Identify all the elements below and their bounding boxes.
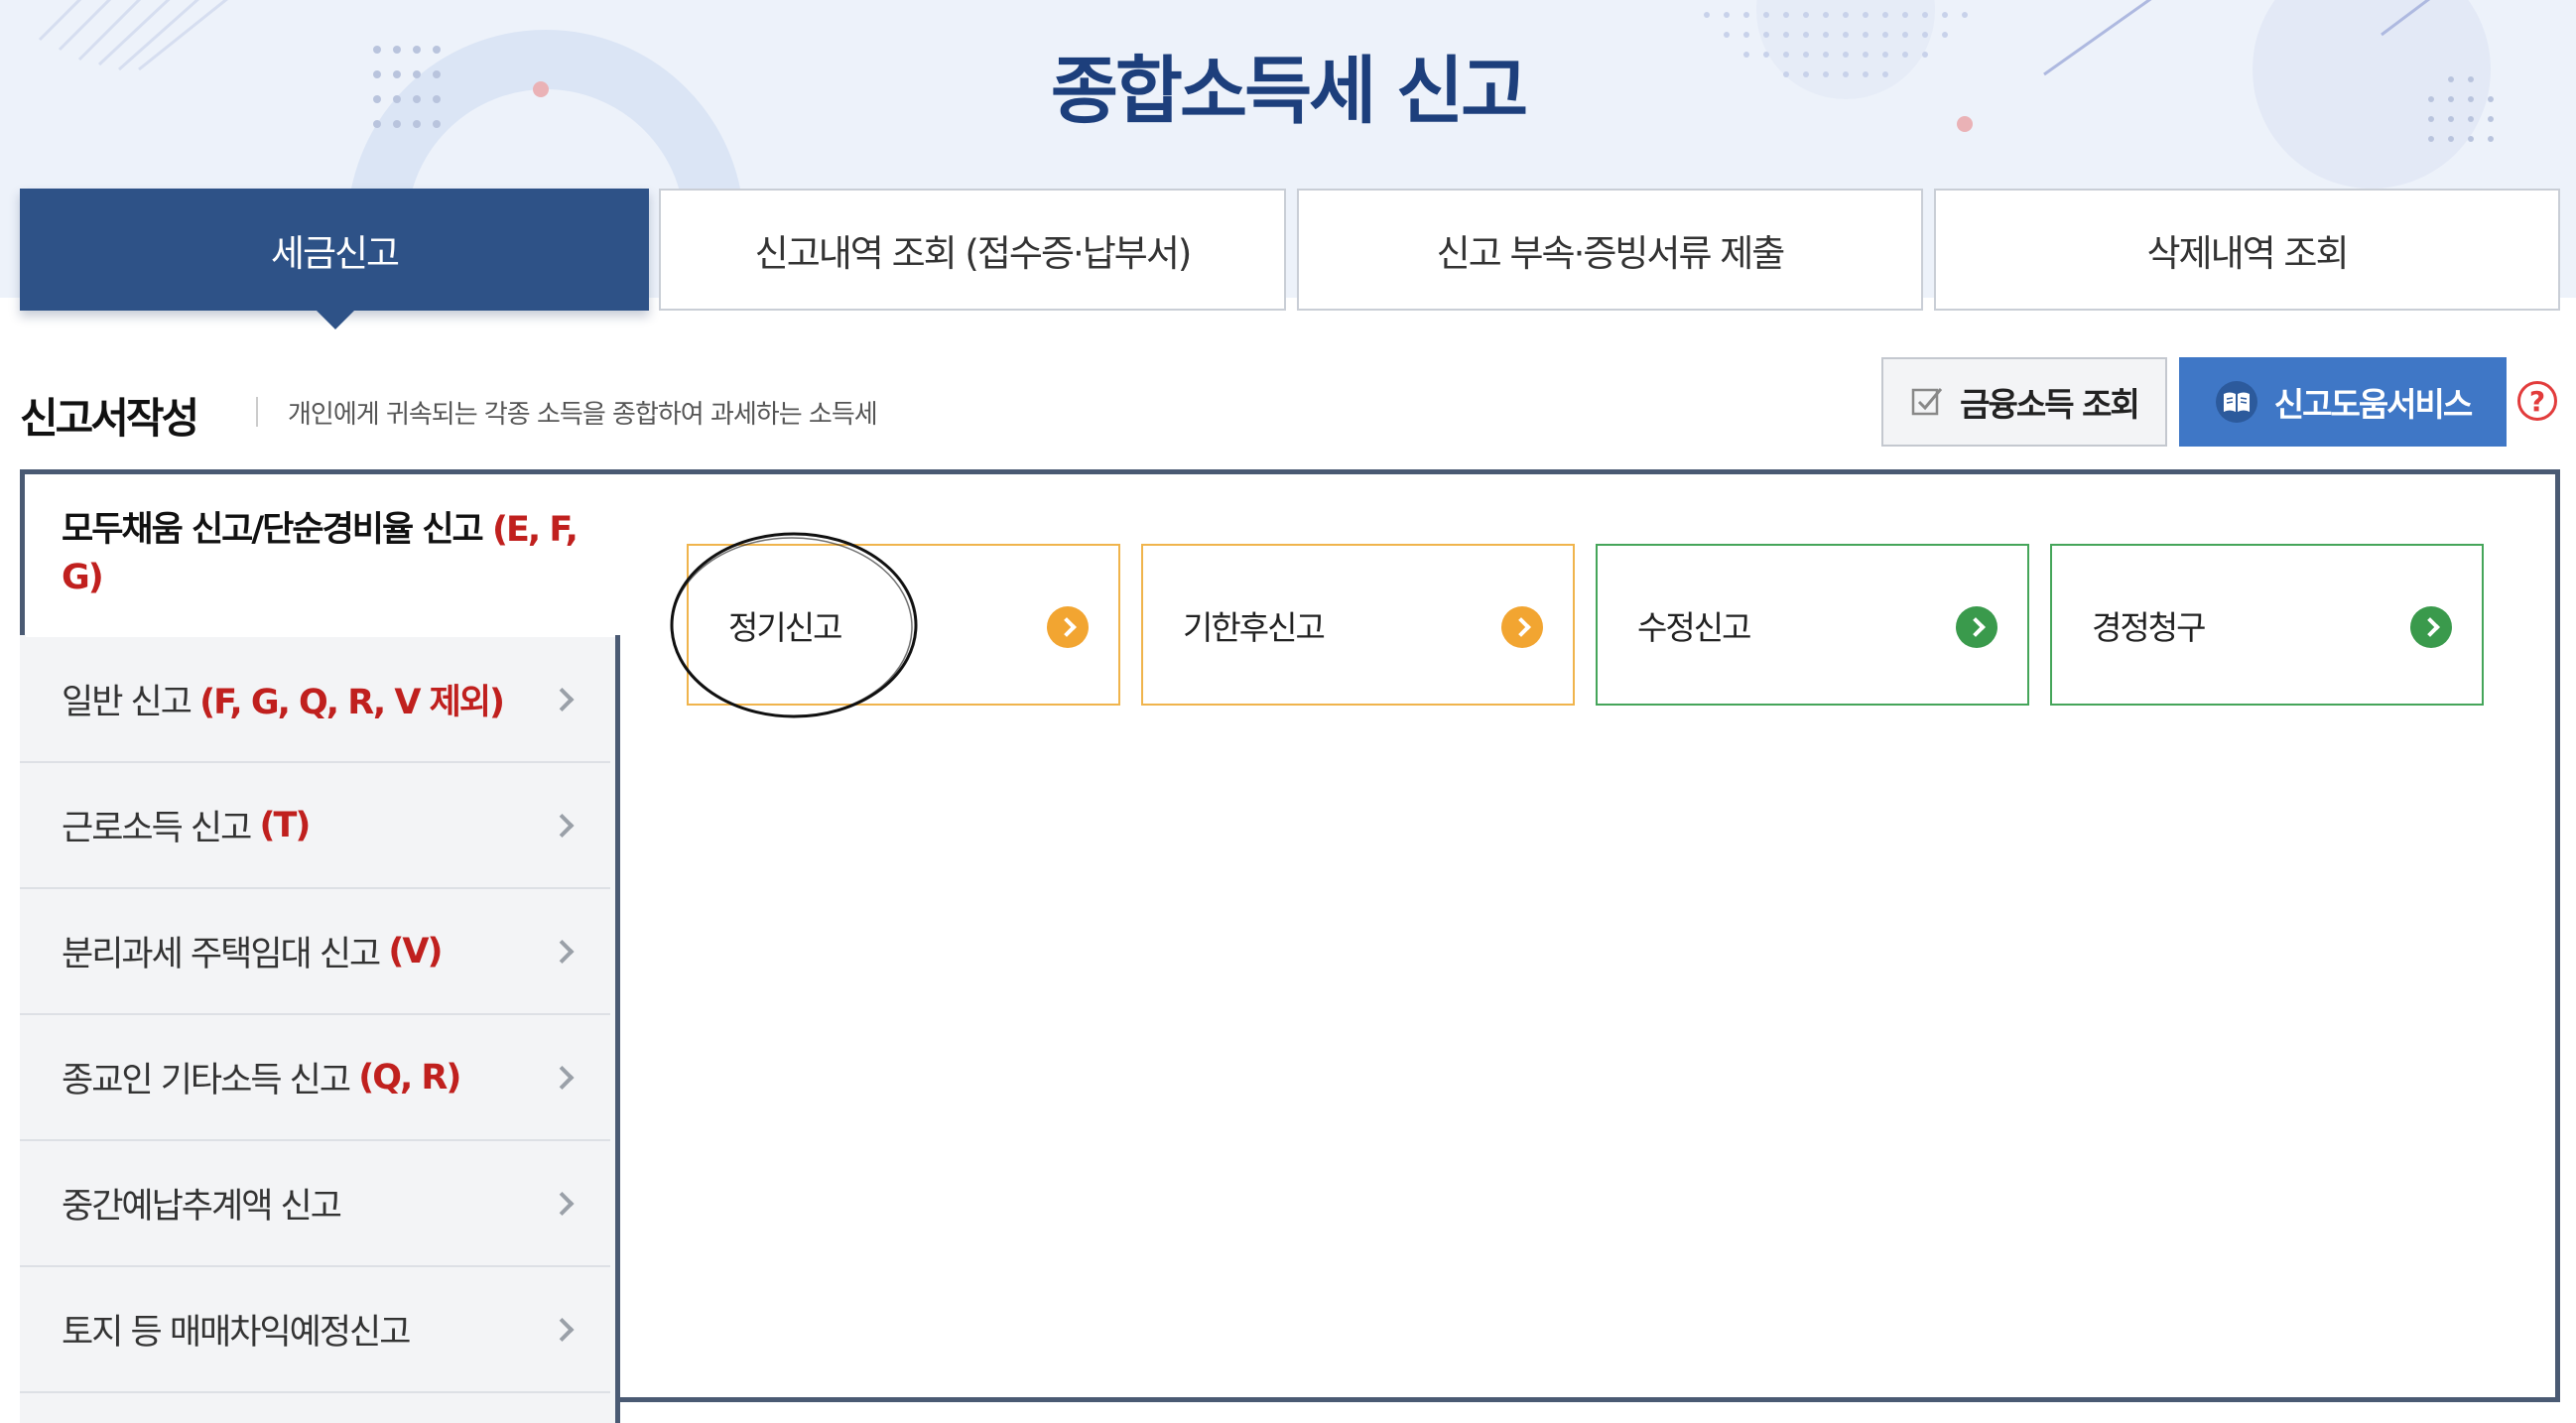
sidebar-item-code: (V) (388, 931, 443, 971)
book-icon (2215, 381, 2257, 423)
sidebar-item-general-report[interactable]: 일반 신고 (F, G, Q, R, V 제외) (20, 637, 610, 763)
chevron-right-icon (550, 687, 575, 712)
chevron-right-icon (550, 1191, 575, 1216)
chevron-right-icon (550, 813, 575, 838)
tab-submit-documents[interactable]: 신고 부속·증빙서류 제출 (1297, 189, 1923, 311)
arrow-right-circle-icon (1501, 606, 1543, 648)
sidebar-item-religious-income-report[interactable]: 종교인 기타소득 신고 (Q, R) (20, 1015, 610, 1141)
late-report-card[interactable]: 기한후신고 (1141, 544, 1575, 706)
help-question-icon[interactable]: ? (2517, 381, 2557, 421)
sidebar-item-label: 분리과세 주택임대 신고 (62, 935, 381, 974)
chevron-right-icon (550, 1065, 575, 1090)
finance-income-lookup-button[interactable]: 금융소득 조회 (1881, 357, 2167, 447)
sidebar-item-label: 토지 등 매매차익예정신고 (62, 1313, 411, 1353)
sidebar-item-label: 근로소득 신고 (62, 809, 252, 848)
checkbox-icon (1911, 388, 1943, 416)
sidebar-item-prefilled-report[interactable]: 모두채움 신고/단순경비율 신고 (E, F, G) (26, 474, 615, 637)
finance-income-lookup-label: 금융소득 조회 (1960, 385, 2140, 424)
section-title: 신고서작성 (20, 394, 199, 443)
arrow-right-circle-icon (2410, 606, 2452, 648)
card-label: 경정청구 (2092, 607, 2206, 647)
card-label: 기한후신고 (1183, 607, 1326, 647)
tab-tax-report[interactable]: 세금신고 (20, 189, 649, 311)
sidebar-item-land-gain-report[interactable]: 토지 등 매매차익예정신고 (20, 1267, 610, 1393)
sidebar-item-label: 모두채움 신고/단순경비율 신고 (62, 510, 484, 550)
sidebar-item-housing-rental-report[interactable]: 분리과세 주택임대 신고 (V) (20, 889, 610, 1015)
amended-report-card[interactable]: 수정신고 (1596, 544, 2029, 706)
sidebar-item-code: (F, G, Q, R, V 제외) (199, 683, 505, 722)
arrow-right-circle-icon (1047, 606, 1089, 648)
tab-deleted-history[interactable]: 삭제내역 조회 (1934, 189, 2560, 311)
card-label: 수정신고 (1637, 607, 1751, 647)
sidebar-item-code: (Q, R) (358, 1057, 461, 1098)
sidebar-item-earned-income-report[interactable]: 근로소득 신고 (T) (20, 763, 610, 889)
tab-report-history[interactable]: 신고내역 조회 (접수증·납부서) (659, 189, 1286, 311)
filing-help-service-label: 신고도움서비스 (2273, 385, 2474, 424)
active-tab-indicator (316, 310, 355, 329)
sidebar-item-label: 일반 신고 (62, 683, 193, 722)
divider (256, 397, 258, 427)
sidebar-item-interim-prepayment-report[interactable]: 중간예납추계액 신고 (20, 1141, 610, 1267)
correction-claim-card[interactable]: 경정청구 (2050, 544, 2484, 706)
highlight-ellipse (670, 532, 918, 718)
chevron-right-icon (550, 939, 575, 964)
page-title: 종합소득세 신고 (1050, 49, 1528, 134)
filing-help-service-button[interactable]: 신고도움서비스 (2179, 357, 2507, 447)
sidebar-item-code: (T) (259, 805, 311, 845)
sidebar-item-label: 중간예납추계액 신고 (62, 1187, 342, 1227)
arrow-right-circle-icon (1956, 606, 1997, 648)
section-description: 개인에게 귀속되는 각종 소득을 종합하여 과세하는 소득세 (288, 400, 878, 430)
chevron-right-icon (550, 1317, 575, 1342)
sidebar-item-label: 종교인 기타소득 신고 (62, 1061, 351, 1100)
